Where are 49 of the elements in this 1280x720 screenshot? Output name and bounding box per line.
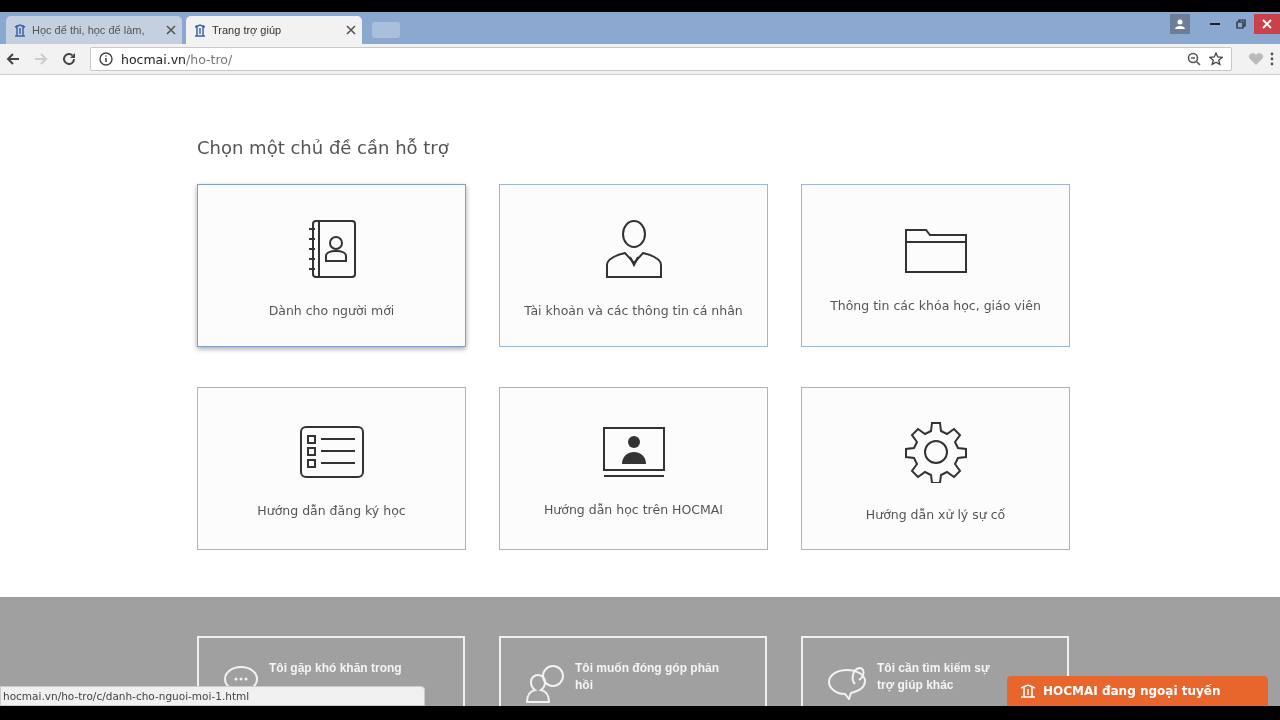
help-label: Tôi gặp khó khăn trong — [269, 660, 403, 677]
url-text: hocmai.vn/ho-tro/ — [121, 51, 233, 67]
menu-icon — [1270, 52, 1274, 66]
back-arrow-icon — [6, 52, 20, 66]
user-icon — [1175, 19, 1185, 29]
forward-arrow-icon — [34, 52, 48, 66]
topic-card[interactable]: Hướng dẫn xử lý sự cố — [801, 387, 1070, 550]
card-label: Dành cho người mới — [268, 303, 395, 318]
list-icon — [298, 425, 365, 479]
address-bar[interactable]: hocmai.vn/ho-tro/ — [90, 47, 1232, 71]
tab-title: Trang trợ giúp — [212, 24, 283, 36]
topic-card[interactable]: Thông tin các khóa học, giáo viên — [801, 184, 1070, 347]
zoom-icon — [1187, 52, 1201, 66]
status-url: hocmai.vn/ho-tro/c/danh-cho-nguoi-moi-1.html — [0, 686, 425, 706]
heart-icon — [1248, 52, 1264, 66]
section-heading: Chọn một chủ đề cần hỗ trợ — [197, 137, 450, 158]
topic-card[interactable]: Tài khoản và các thông tin cá nhân — [499, 184, 768, 347]
browser-tab[interactable]: Trang trợ giúp — [186, 16, 362, 44]
logo-icon — [12, 22, 28, 38]
person-icon — [604, 219, 663, 279]
close-button[interactable] — [1254, 14, 1280, 34]
speech-loop-icon — [827, 664, 867, 700]
info-icon — [99, 52, 113, 66]
star-icon — [1209, 52, 1223, 66]
profile-button[interactable] — [1170, 14, 1190, 34]
logo-icon — [1019, 683, 1037, 699]
close-icon — [166, 25, 176, 35]
close-icon — [346, 25, 356, 35]
topic-card[interactable]: Dành cho người mới — [197, 184, 466, 347]
gear-icon — [904, 421, 967, 483]
close-icon — [1262, 19, 1272, 29]
help-label: Tôi muốn đóng góp phản hồi — [575, 660, 720, 694]
topic-card[interactable]: Hướng dẫn học trên HOCMAI — [499, 387, 768, 550]
restore-icon — [1236, 19, 1246, 29]
contact-book-icon — [306, 219, 357, 279]
monitor-icon — [601, 426, 666, 478]
tab-title: Học để thi, học để làm, — [32, 24, 146, 36]
topic-card[interactable]: Hướng dẫn đăng ký học — [197, 387, 466, 550]
help-label: Tôi cần tìm kiếm sự trợ giúp khác — [877, 660, 991, 694]
card-label: Hướng dẫn học trên HOCMAI — [543, 502, 723, 517]
person-speech-icon — [525, 664, 565, 704]
reload-icon — [62, 52, 76, 66]
logo-icon — [192, 22, 208, 38]
card-label: Tài khoản và các thông tin cá nhân — [524, 303, 743, 318]
browser-tab[interactable]: Học để thi, học để làm, — [6, 16, 182, 44]
card-label: Hướng dẫn đăng ký học — [257, 503, 406, 518]
card-label: Hướng dẫn xử lý sự cố — [865, 507, 1006, 522]
card-label: Thông tin các khóa học, giáo viên — [830, 298, 1041, 313]
minimize-icon — [1210, 23, 1220, 25]
